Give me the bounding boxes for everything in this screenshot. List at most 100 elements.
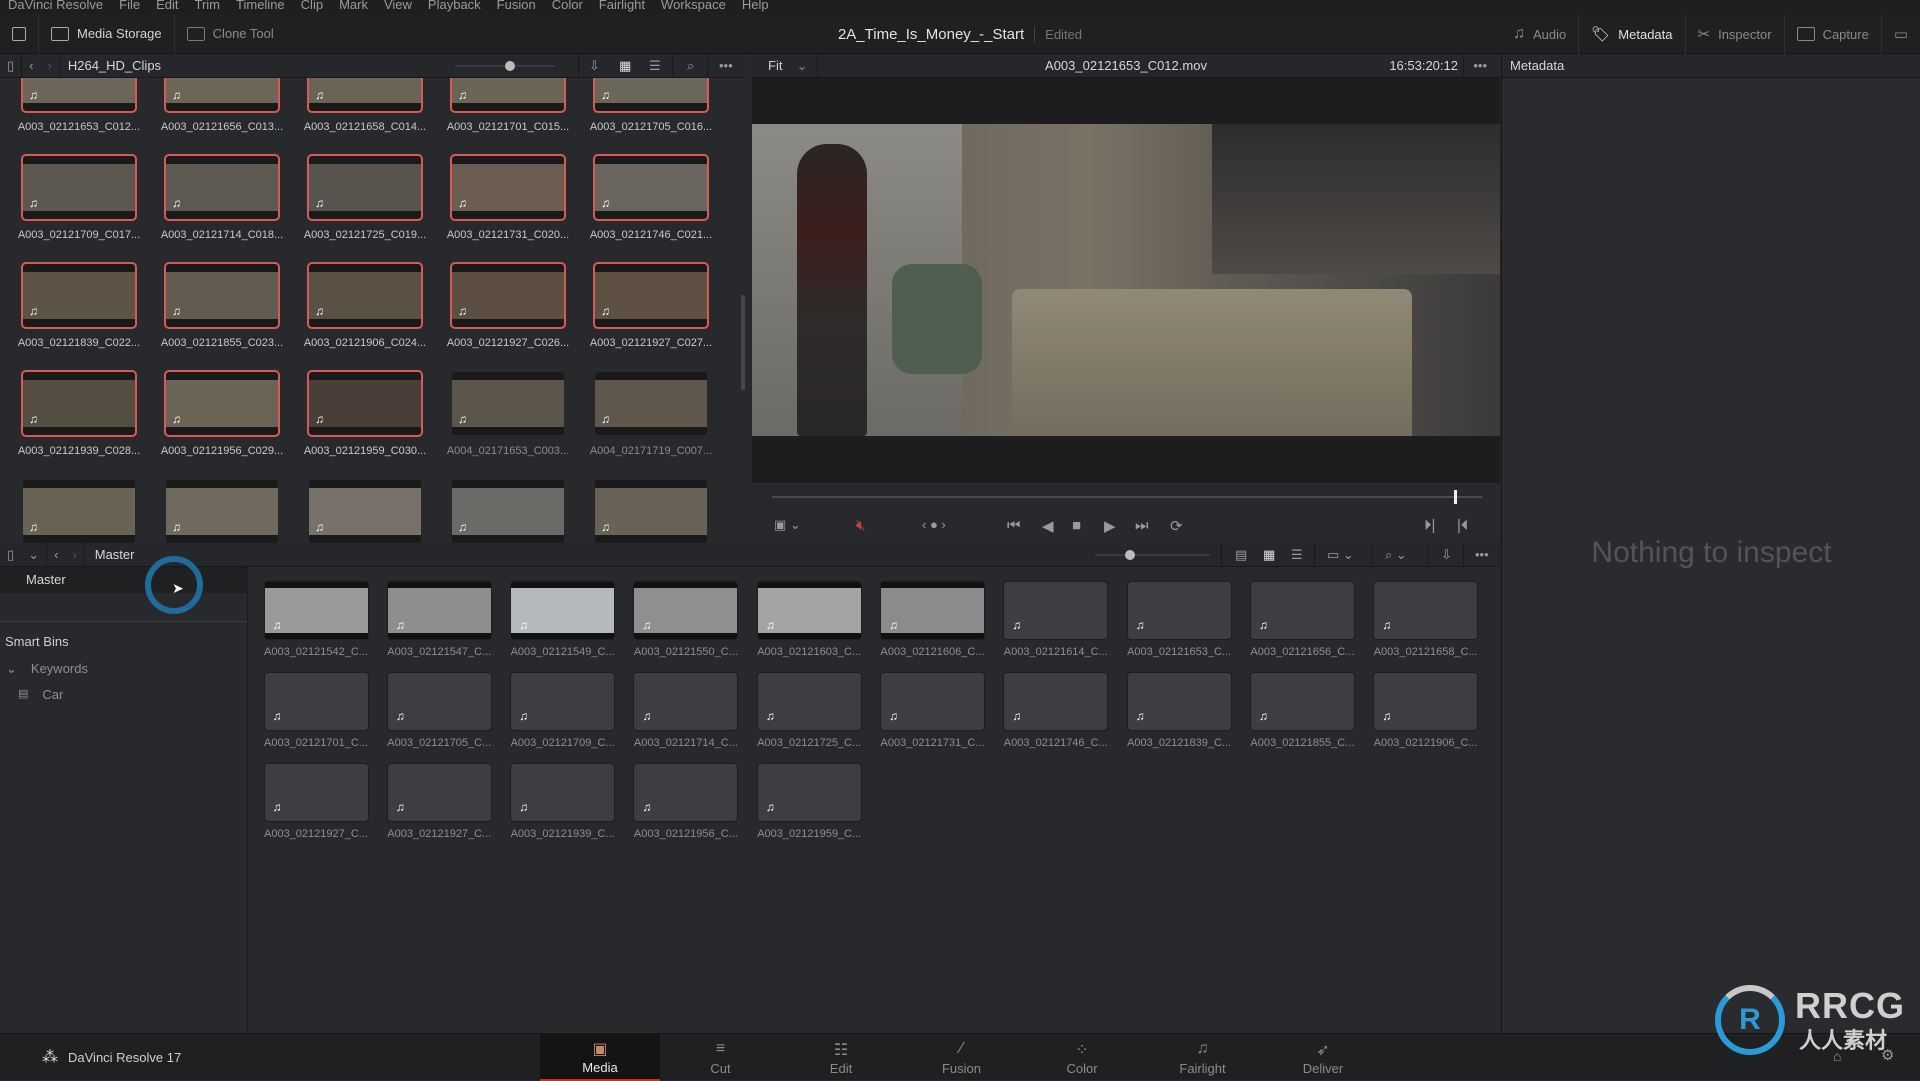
- sidebar-toggle-icon[interactable]: ▯: [0, 54, 21, 78]
- page-tab-deliver[interactable]: ➶ Deliver: [1263, 1034, 1383, 1081]
- menu-item[interactable]: Edit: [148, 0, 186, 12]
- chevron-down-icon[interactable]: ⌄: [21, 543, 46, 567]
- back-button[interactable]: ‹: [47, 543, 65, 567]
- media-storage-button[interactable]: Media Storage: [39, 13, 175, 54]
- bin-item-master[interactable]: Master: [0, 567, 247, 593]
- clip-thumbnail[interactable]: ♫ A003_02121927_C027...: [580, 262, 722, 349]
- thumbnail-zoom-slider[interactable]: [1095, 550, 1210, 560]
- keywords-group[interactable]: ⌄ Keywords: [0, 649, 247, 677]
- menu-item[interactable]: Workspace: [653, 0, 734, 12]
- more-options-icon[interactable]: •••: [712, 54, 740, 78]
- clip-thumbnail[interactable]: ♫: [580, 480, 722, 544]
- metadata-view-icon[interactable]: ▤: [1228, 543, 1254, 567]
- stop-icon[interactable]: ■: [1072, 517, 1081, 534]
- sort-icon[interactable]: ⇩: [582, 54, 607, 78]
- clip-thumbnail[interactable]: ♫ A003_02121705_C016...: [580, 78, 722, 133]
- clip-thumbnail[interactable]: ♫ A003_02121927_C...: [255, 763, 377, 840]
- aspect-icon[interactable]: ▭ ⌄: [1320, 543, 1361, 567]
- play-icon[interactable]: ▶: [1104, 517, 1116, 535]
- fullscreen-button[interactable]: ▭: [1882, 14, 1920, 54]
- clip-thumbnail[interactable]: ♫ A003_02121839_C022...: [8, 262, 150, 349]
- page-tab-cut[interactable]: ≡ Cut: [661, 1034, 781, 1081]
- clip-thumbnail[interactable]: ♫ A003_02121855_C023...: [151, 262, 293, 349]
- clip-thumbnail[interactable]: ♫ A003_02121939_C028...: [8, 370, 150, 457]
- clip-thumbnail[interactable]: ♫ A003_02121656_C013...: [151, 78, 293, 133]
- viewer[interactable]: [752, 78, 1500, 483]
- clip-thumbnail[interactable]: ♫ A003_02121603_C...: [748, 581, 870, 658]
- reverse-play-icon[interactable]: ◀: [1042, 517, 1054, 535]
- scrubber-bar[interactable]: [772, 490, 1482, 504]
- clip-thumbnail[interactable]: ♫ A003_02121705_C...: [378, 672, 500, 749]
- clip-thumbnail[interactable]: ♫ A003_02121656_C...: [1241, 581, 1363, 658]
- loop-icon[interactable]: ⟳: [1170, 517, 1183, 535]
- clip-thumbnail[interactable]: ♫ A003_02121959_C030...: [294, 370, 436, 457]
- clip-thumbnail[interactable]: ♫ A003_02121550_C...: [625, 581, 747, 658]
- sidebar-toggle-icon[interactable]: ▯: [0, 543, 21, 567]
- metadata-button[interactable]: 🏷 Metadata: [1579, 14, 1686, 54]
- menu-item[interactable]: Trim: [187, 0, 229, 12]
- viewer-options-icon[interactable]: •••: [1466, 54, 1494, 78]
- search-icon[interactable]: ⌕ ⌄: [1378, 543, 1414, 567]
- clip-thumbnail[interactable]: ♫ A003_02121725_C019...: [294, 154, 436, 241]
- menu-item[interactable]: Fairlight: [591, 0, 653, 12]
- inspector-button[interactable]: ✂ Inspector: [1686, 14, 1785, 54]
- clip-thumbnail[interactable]: ♫ A003_02121709_C017...: [8, 154, 150, 241]
- clip-thumbnail[interactable]: ♫ A003_02121549_C...: [502, 581, 624, 658]
- clip-thumbnail[interactable]: ♫ A003_02121658_C...: [1365, 581, 1487, 658]
- capture-button[interactable]: Capture: [1785, 14, 1882, 54]
- menu-item[interactable]: File: [111, 0, 148, 12]
- sort-icon[interactable]: ⇩: [1434, 543, 1459, 567]
- forward-button[interactable]: ›: [65, 543, 83, 567]
- playhead[interactable]: [1453, 490, 1457, 504]
- page-tab-fairlight[interactable]: ♫ Fairlight: [1143, 1034, 1263, 1081]
- panel-toggle-button[interactable]: [0, 13, 39, 54]
- clip-thumbnail[interactable]: ♫ A003_02121542_C...: [255, 581, 377, 658]
- clip-thumbnail[interactable]: ♫: [437, 480, 579, 544]
- clip-thumbnail[interactable]: ♫ A003_02121731_C020...: [437, 154, 579, 241]
- upper-pool-scrollbar[interactable]: [741, 295, 745, 390]
- clip-thumbnail[interactable]: ♫ A003_02121956_C029...: [151, 370, 293, 457]
- clip-thumbnail[interactable]: ♫ A003_02121906_C024...: [294, 262, 436, 349]
- thumbnail-zoom-slider[interactable]: [455, 61, 555, 71]
- menu-item[interactable]: Help: [734, 0, 777, 12]
- clip-thumbnail[interactable]: ♫ A003_02121701_C...: [255, 672, 377, 749]
- clip-thumbnail[interactable]: ♫ A003_02121653_C...: [1118, 581, 1240, 658]
- clip-thumbnail[interactable]: ♫: [151, 480, 293, 544]
- clip-thumbnail[interactable]: ♫ A003_02121956_C...: [625, 763, 747, 840]
- clip-thumbnail[interactable]: ♫ A003_02121714_C...: [625, 672, 747, 749]
- clip-thumbnail[interactable]: ♫ A003_02121714_C018...: [151, 154, 293, 241]
- forward-button[interactable]: ›: [41, 54, 59, 78]
- clip-thumbnail[interactable]: ♫ A003_02121653_C012...: [8, 78, 150, 133]
- audio-button[interactable]: ♫ Audio: [1501, 14, 1580, 54]
- clip-thumbnail[interactable]: ♫: [294, 480, 436, 544]
- clip-thumbnail[interactable]: ♫ A003_02121927_C026...: [437, 262, 579, 349]
- mute-icon[interactable]: 🔇︎: [856, 517, 865, 534]
- menu-item[interactable]: Color: [544, 0, 591, 12]
- menu-item[interactable]: Timeline: [228, 0, 293, 12]
- list-view-icon[interactable]: ☰: [1284, 543, 1310, 567]
- grid-view-icon[interactable]: ▦: [1256, 543, 1282, 567]
- clip-thumbnail[interactable]: ♫ A003_02121939_C...: [502, 763, 624, 840]
- mark-in-icon[interactable]: ⏵|: [1424, 517, 1435, 534]
- clip-thumbnail[interactable]: ♫ A003_02121725_C...: [748, 672, 870, 749]
- clip-thumbnail[interactable]: ♫ A003_02121731_C...: [872, 672, 994, 749]
- viewer-mode-icon[interactable]: ▣ ⌄: [774, 517, 801, 533]
- menu-item[interactable]: View: [376, 0, 420, 12]
- clip-thumbnail[interactable]: ♫ A003_02121746_C021...: [580, 154, 722, 241]
- clip-thumbnail[interactable]: ♫ A003_02121701_C015...: [437, 78, 579, 133]
- clip-thumbnail[interactable]: ♫ A003_02121606_C...: [872, 581, 994, 658]
- back-button[interactable]: ‹: [22, 54, 40, 78]
- menu-item[interactable]: Mark: [331, 0, 376, 12]
- menu-item[interactable]: Playback: [420, 0, 489, 12]
- grid-view-icon[interactable]: ▦: [612, 54, 638, 78]
- page-tab-media[interactable]: ▣ Media: [540, 1034, 660, 1081]
- fit-dropdown[interactable]: Fit ⌄: [752, 58, 807, 74]
- go-to-end-icon[interactable]: ⏭: [1135, 517, 1149, 534]
- list-view-icon[interactable]: ☰: [642, 54, 668, 78]
- clip-thumbnail[interactable]: ♫ A004_02171719_C007...: [580, 372, 722, 457]
- clip-thumbnail[interactable]: ♫ A004_02171653_C003...: [437, 372, 579, 457]
- clip-thumbnail[interactable]: ♫ A003_02121927_C...: [378, 763, 500, 840]
- clip-thumbnail[interactable]: ♫ A003_02121547_C...: [378, 581, 500, 658]
- search-icon[interactable]: ⌕: [680, 54, 701, 78]
- go-to-start-icon[interactable]: ⏮: [1007, 517, 1021, 534]
